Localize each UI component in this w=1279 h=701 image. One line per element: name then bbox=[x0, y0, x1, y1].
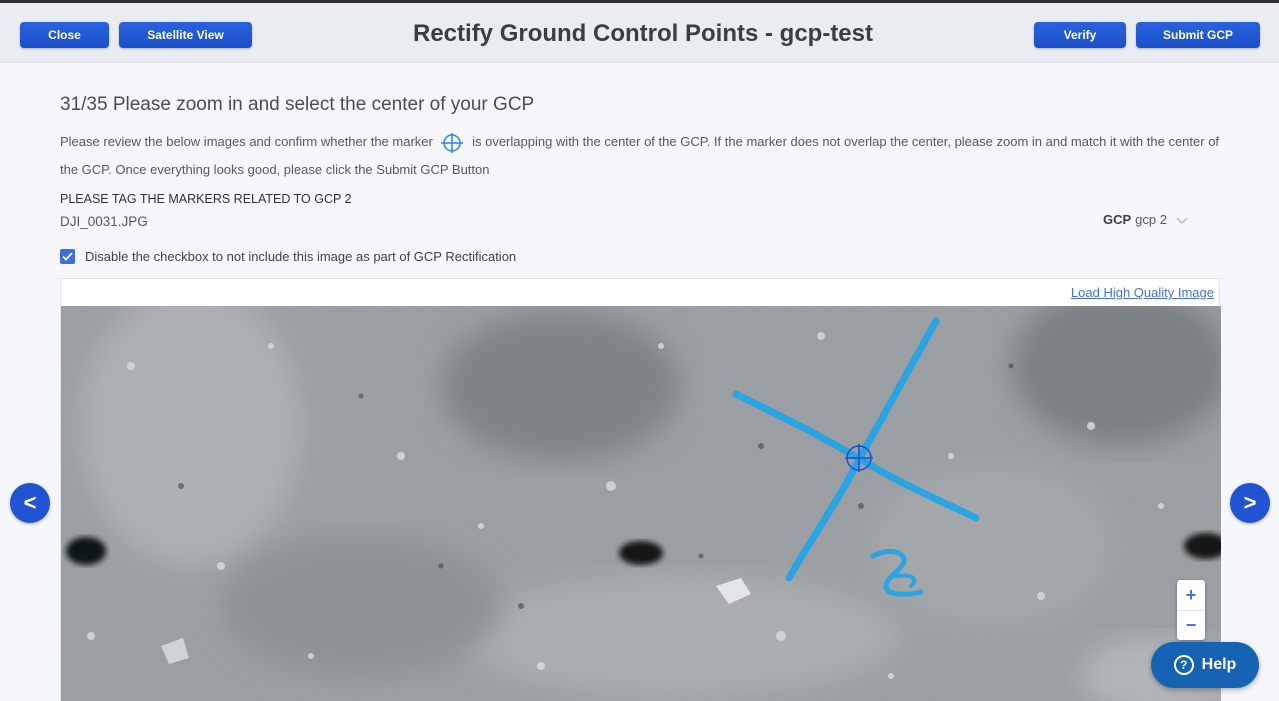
satellite-view-button[interactable]: Satellite View bbox=[119, 22, 252, 48]
zoom-in-button[interactable]: + bbox=[1177, 580, 1205, 610]
question-icon: ? bbox=[1173, 655, 1194, 675]
tag-instruction: PLEASE TAG THE MARKERS RELATED TO GCP 2 bbox=[60, 192, 352, 206]
checkmark-icon bbox=[62, 252, 73, 261]
progress-heading: 31/35 Please zoom in and select the cent… bbox=[60, 94, 535, 115]
submit-gcp-button[interactable]: Submit GCP bbox=[1136, 22, 1260, 48]
gcp-dropdown-label: GCP bbox=[1103, 212, 1132, 227]
zoom-control: + − bbox=[1177, 580, 1205, 640]
include-image-checkbox[interactable] bbox=[60, 249, 75, 264]
verify-button[interactable]: Verify bbox=[1034, 22, 1126, 48]
crosshair-icon bbox=[440, 132, 464, 153]
next-image-button[interactable]: > bbox=[1230, 483, 1270, 523]
help-label: Help bbox=[1201, 656, 1237, 673]
gcp-photo[interactable]: + − bbox=[61, 306, 1221, 701]
include-image-checkbox-label: Disable the checkbox to not include this… bbox=[85, 249, 517, 264]
previous-image-button[interactable]: < bbox=[10, 483, 50, 523]
image-viewer-panel: Load High Quality Image + − bbox=[60, 278, 1221, 701]
instructions-text: Please review the below images and confi… bbox=[60, 128, 1225, 184]
gcp-dropdown[interactable]: GCP gcp 2 bbox=[1103, 212, 1189, 227]
close-button[interactable]: Close bbox=[20, 22, 109, 48]
chevron-down-icon bbox=[1176, 217, 1188, 224]
header-bar: Close Satellite View Rectify Ground Cont… bbox=[0, 3, 1279, 63]
instructions-part-1: Please review the below images and confi… bbox=[60, 134, 433, 149]
load-high-quality-image-link[interactable]: Load High Quality Image bbox=[1071, 285, 1214, 300]
page-title: Rectify Ground Control Points - gcp-test bbox=[413, 20, 873, 47]
image-filename: DJI_0031.JPG bbox=[60, 214, 148, 229]
zoom-out-button[interactable]: − bbox=[1177, 610, 1205, 640]
gcp-dropdown-value: gcp 2 bbox=[1135, 212, 1167, 227]
help-button[interactable]: ? Help bbox=[1151, 642, 1259, 688]
